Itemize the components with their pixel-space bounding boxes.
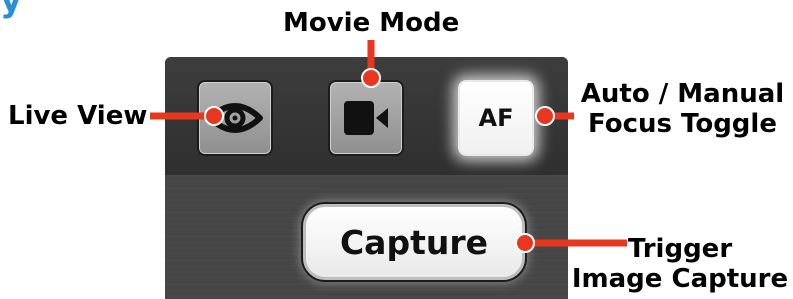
callout-focus-line1: Auto / Manual <box>580 79 785 109</box>
callout-live-view: Live View <box>8 101 148 131</box>
mode-toolbar: AF <box>165 57 568 175</box>
callout-focus-toggle: Auto / Manual Focus Toggle <box>575 79 790 139</box>
af-toggle-button[interactable]: AF <box>458 80 534 156</box>
eye-icon <box>207 103 263 133</box>
callout-trigger-capture: Trigger Image Capture <box>568 234 792 294</box>
movie-mode-button[interactable] <box>328 80 404 156</box>
video-camera-icon <box>344 101 388 135</box>
live-view-button[interactable] <box>197 80 273 156</box>
capture-button[interactable]: Capture <box>303 204 525 280</box>
callout-movie-mode: Movie Mode <box>283 8 460 38</box>
camera-control-panel: AF Capture <box>165 57 568 299</box>
title-fragment: y <box>0 0 23 20</box>
callout-trigger-line2: Image Capture <box>571 264 789 294</box>
callout-focus-line2: Focus Toggle <box>588 109 777 139</box>
callout-trigger-line1: Trigger <box>627 234 733 264</box>
